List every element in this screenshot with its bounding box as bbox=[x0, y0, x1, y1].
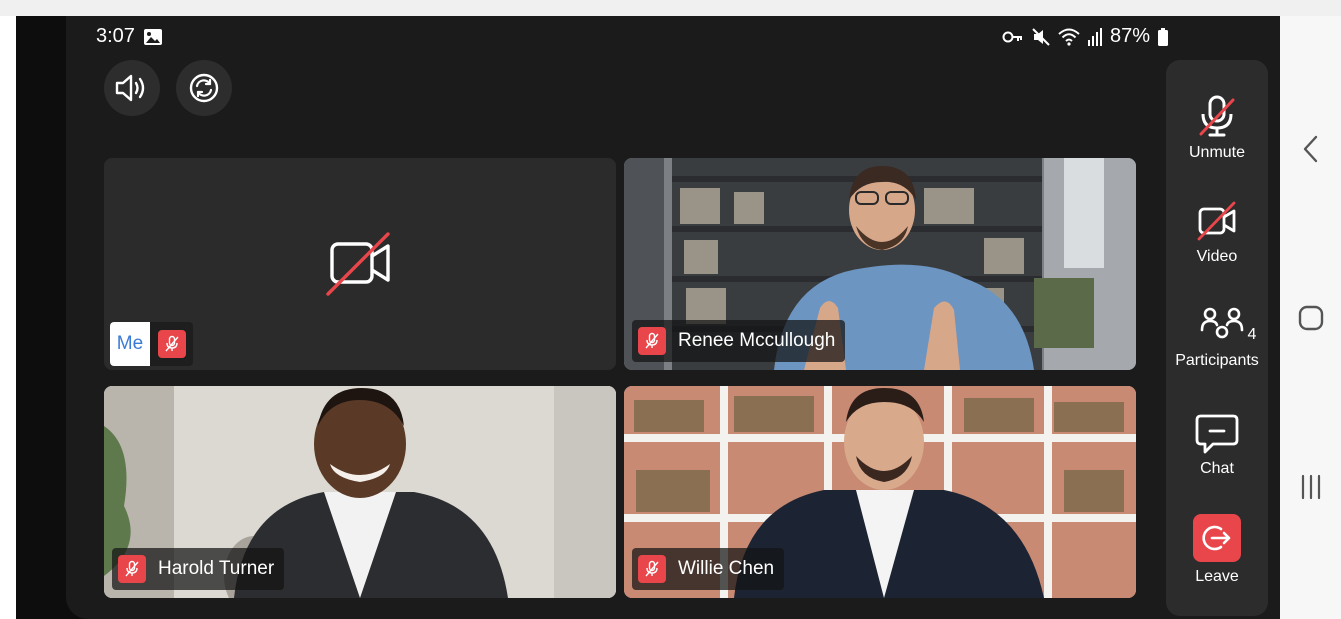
video-tile-willie[interactable]: Willie Chen bbox=[624, 386, 1136, 598]
video-tile-renee[interactable]: Renee Mccullough bbox=[624, 158, 1136, 370]
mic-off-icon bbox=[125, 560, 139, 577]
meeting-controls-panel: Unmute Video 4 Participants Chat Leave bbox=[1166, 60, 1268, 616]
participants-label: Participants bbox=[1175, 352, 1259, 369]
participant-name-tag: Renee Mccullough bbox=[632, 320, 846, 362]
gallery-notification-icon bbox=[143, 28, 163, 46]
home-icon bbox=[1298, 305, 1323, 331]
mic-muted-badge bbox=[638, 555, 666, 583]
vpn-key-icon bbox=[1002, 30, 1024, 44]
mic-muted-badge bbox=[118, 555, 146, 583]
participant-name: Willie Chen bbox=[678, 558, 775, 579]
self-label: Me bbox=[110, 322, 150, 366]
chat-button[interactable]: Chat bbox=[1166, 412, 1268, 478]
video-tile-harold[interactable]: Harold Turner bbox=[104, 386, 616, 598]
self-tag: Me bbox=[110, 322, 193, 366]
mic-muted-badge bbox=[638, 327, 666, 355]
video-label: Video bbox=[1196, 248, 1238, 265]
participants-button[interactable]: 4 Participants bbox=[1166, 306, 1268, 370]
unmute-button[interactable]: Unmute bbox=[1166, 94, 1268, 162]
chat-icon bbox=[1195, 414, 1239, 454]
leave-icon bbox=[1202, 525, 1231, 551]
chat-label: Chat bbox=[1200, 460, 1234, 477]
switch-camera-icon bbox=[189, 73, 219, 103]
participants-count: 4 bbox=[1247, 326, 1257, 343]
video-button[interactable]: Video bbox=[1166, 200, 1268, 266]
unmute-label: Unmute bbox=[1188, 144, 1246, 161]
participant-name-tag: Harold Turner bbox=[112, 548, 285, 590]
camera-off-icon bbox=[1197, 201, 1236, 241]
battery-icon bbox=[1158, 27, 1168, 46]
participant-name: Harold Turner bbox=[158, 558, 275, 579]
recent-apps-icon bbox=[1301, 474, 1320, 500]
signal-icon bbox=[1087, 27, 1102, 46]
mic-off-icon bbox=[645, 332, 659, 349]
participant-name-tag: Willie Chen bbox=[632, 548, 785, 590]
phone-frame: 3:07 87% Me Renee Mccullough Harold Turn… bbox=[16, 16, 1280, 619]
participants-icon bbox=[1200, 307, 1243, 339]
back-chevron-icon bbox=[1303, 135, 1317, 163]
status-time: 3:07 bbox=[96, 25, 163, 48]
switch-camera-button[interactable] bbox=[176, 60, 232, 116]
leave-button[interactable]: Leave bbox=[1166, 514, 1268, 586]
leave-label: Leave bbox=[1195, 568, 1239, 585]
mic-off-icon bbox=[645, 560, 659, 577]
home-button[interactable] bbox=[1280, 304, 1341, 332]
back-button[interactable] bbox=[1280, 134, 1341, 164]
wifi-icon bbox=[1058, 28, 1080, 46]
leave-icon-box bbox=[1193, 514, 1241, 562]
status-icons: 87% bbox=[1002, 25, 1168, 48]
mic-muted-badge bbox=[158, 330, 186, 358]
speaker-button[interactable] bbox=[104, 60, 160, 116]
recent-apps-button[interactable] bbox=[1280, 474, 1341, 500]
android-nav-bar bbox=[1280, 16, 1341, 619]
clock: 3:07 bbox=[96, 25, 135, 47]
video-tile-me[interactable]: Me bbox=[104, 158, 616, 370]
mute-icon bbox=[1032, 27, 1050, 46]
participant-name: Renee Mccullough bbox=[678, 330, 836, 351]
camera-off-icon bbox=[326, 232, 390, 296]
top-strip bbox=[0, 0, 1341, 16]
mic-off-icon bbox=[165, 335, 179, 352]
left-bezel bbox=[0, 16, 16, 619]
mic-off-icon bbox=[1199, 95, 1235, 137]
battery-level: 87% bbox=[1109, 25, 1150, 47]
speaker-icon bbox=[115, 74, 145, 102]
